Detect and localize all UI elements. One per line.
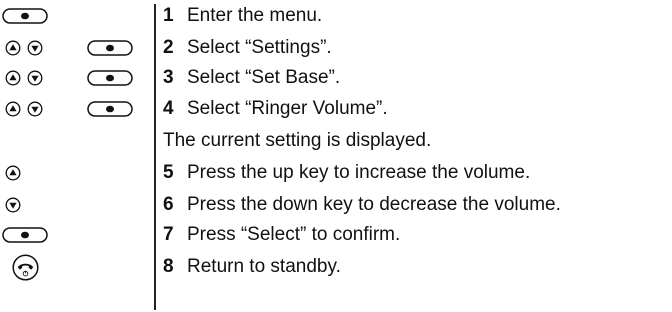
step-6-number: 6 [163, 194, 174, 215]
select-key-icon [87, 101, 133, 117]
step-8-text: Return to standby. [187, 256, 341, 277]
step-1-icons [0, 1, 150, 31]
step-5-icons [0, 158, 150, 188]
select-key-icon [2, 227, 48, 243]
step-2-icons [0, 33, 150, 63]
step-row-3: 3 Select “Set Base”. [0, 63, 672, 93]
down-key-icon [5, 197, 21, 213]
step-8: 8 Return to standby. [163, 257, 341, 277]
down-key-icon [27, 40, 43, 56]
step-3-text: Select “Set Base”. [187, 67, 341, 88]
step-2: 2 Select “Settings”. [163, 38, 332, 58]
down-key-icon [27, 70, 43, 86]
step-7: 7 Press “Select” to confirm. [163, 225, 400, 245]
step-row-2: 2 Select “Settings”. [0, 33, 672, 63]
step-row-4: 4 Select “Ringer Volume”. [0, 94, 672, 124]
step-2-text: Select “Settings”. [187, 37, 332, 58]
step-5-text: Press the up key to increase the volume. [187, 162, 531, 183]
step-4: 4 Select “Ringer Volume”. [163, 99, 388, 119]
end-call-key-icon [12, 254, 39, 281]
step-1: 1 Enter the menu. [163, 6, 322, 26]
step-5-number: 5 [163, 162, 174, 183]
instruction-page: 1 Enter the menu. 2 Select “Settings”. 3… [0, 0, 672, 312]
down-key-icon [27, 101, 43, 117]
up-key-icon [5, 40, 21, 56]
step-6: 6 Press the down key to decrease the volu… [163, 195, 561, 215]
step-3-icons [0, 63, 150, 93]
step-row-8: 8 Return to standby. [0, 252, 672, 282]
step-2-number: 2 [163, 37, 174, 58]
select-key-icon [87, 40, 133, 56]
step-6-icons [0, 190, 150, 220]
select-key-icon [87, 70, 133, 86]
step-5: 5 Press the up key to increase the volume… [163, 163, 530, 183]
select-key-icon [2, 8, 48, 24]
step-4-number: 4 [163, 98, 174, 119]
step-6-text: Press the down key to decrease the volum… [187, 194, 561, 215]
step-row-1: 1 Enter the menu. [0, 1, 672, 31]
step-row-5: 5 Press the up key to increase the volume… [0, 158, 672, 188]
up-key-icon [5, 165, 21, 181]
step-8-icons [0, 252, 150, 282]
step-1-number: 1 [163, 5, 174, 26]
current-setting-note: The current setting is displayed. [163, 130, 432, 151]
step-1-text: Enter the menu. [187, 5, 323, 26]
step-3: 3 Select “Set Base”. [163, 68, 340, 88]
step-row-6: 6 Press the down key to decrease the volu… [0, 190, 672, 220]
up-key-icon [5, 70, 21, 86]
step-3-number: 3 [163, 67, 174, 88]
step-4-text: Select “Ringer Volume”. [187, 98, 388, 119]
step-7-icons [0, 220, 150, 250]
step-7-number: 7 [163, 224, 174, 245]
step-4-icons [0, 94, 150, 124]
step-7-text: Press “Select” to confirm. [187, 224, 401, 245]
note-row: The current setting is displayed. [0, 126, 672, 156]
up-key-icon [5, 101, 21, 117]
step-8-number: 8 [163, 256, 174, 277]
step-row-7: 7 Press “Select” to confirm. [0, 220, 672, 250]
